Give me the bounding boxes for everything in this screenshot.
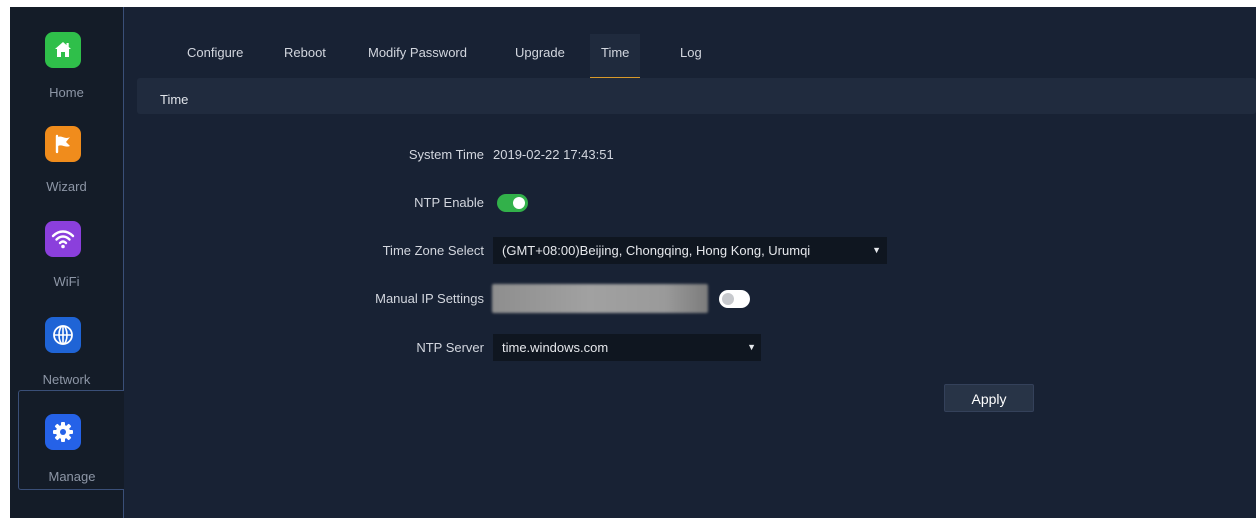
ntp-server-select[interactable]: time.windows.com ▼ (493, 334, 761, 361)
tab-configure[interactable]: Configure (187, 45, 243, 60)
sidebar-item-wifi[interactable]: WiFi (10, 212, 123, 306)
apply-button[interactable]: Apply (944, 384, 1034, 412)
sidebar-item-label: Home (49, 85, 84, 100)
sidebar: Home Wizard WiFi Network Manage (10, 7, 125, 518)
toggle-knob (513, 197, 525, 209)
tab-reboot[interactable]: Reboot (284, 45, 326, 60)
tab-modify-password[interactable]: Modify Password (368, 45, 467, 60)
manual-ip-input[interactable] (492, 284, 708, 313)
flag-icon (45, 126, 81, 162)
toggle-knob (722, 293, 734, 305)
manual-ip-toggle[interactable] (719, 290, 750, 308)
sidebar-item-network[interactable]: Network (10, 308, 123, 402)
main-panel: Configure Reboot Modify Password Upgrade… (124, 7, 1256, 518)
sidebar-item-label: Wizard (46, 179, 87, 194)
chevron-down-icon: ▼ (872, 245, 881, 255)
gear-icon (45, 414, 81, 450)
ntp-server-label: NTP Server (416, 340, 484, 355)
chevron-down-icon: ▼ (747, 342, 756, 352)
tab-log[interactable]: Log (680, 45, 702, 60)
section-title: Time (160, 92, 189, 107)
sidebar-item-label: Manage (48, 469, 96, 484)
system-time-label: System Time (408, 147, 484, 162)
time-zone-label: Time Zone Select (382, 243, 484, 258)
system-time-value: 2019-02-22 17:43:51 (493, 147, 614, 162)
time-zone-select[interactable]: (GMT+08:00)Beijing, Chongqing, Hong Kong… (493, 237, 887, 264)
home-icon (45, 32, 81, 68)
section-header: Time (137, 78, 1256, 114)
tab-upgrade[interactable]: Upgrade (515, 45, 565, 60)
manual-ip-label: Manual IP Settings (375, 291, 484, 306)
ntp-server-value: time.windows.com (502, 340, 609, 355)
tab-bar: Configure Reboot Modify Password Upgrade… (124, 7, 1256, 79)
globe-icon (45, 317, 81, 353)
tab-time[interactable]: Time (590, 34, 641, 79)
time-zone-value: (GMT+08:00)Beijing, Chongqing, Hong Kong… (502, 243, 811, 258)
ntp-enable-label: NTP Enable (414, 195, 484, 210)
wifi-icon (45, 221, 81, 257)
sidebar-item-manage[interactable]: Manage (18, 390, 125, 490)
sidebar-item-label: WiFi (53, 274, 80, 289)
app-frame: Home Wizard WiFi Network Manage Configur… (10, 7, 1256, 518)
sidebar-item-wizard[interactable]: Wizard (10, 117, 123, 211)
sidebar-item-home[interactable]: Home (10, 23, 123, 117)
ntp-enable-toggle[interactable] (497, 194, 528, 212)
sidebar-item-label: Network (42, 372, 91, 387)
